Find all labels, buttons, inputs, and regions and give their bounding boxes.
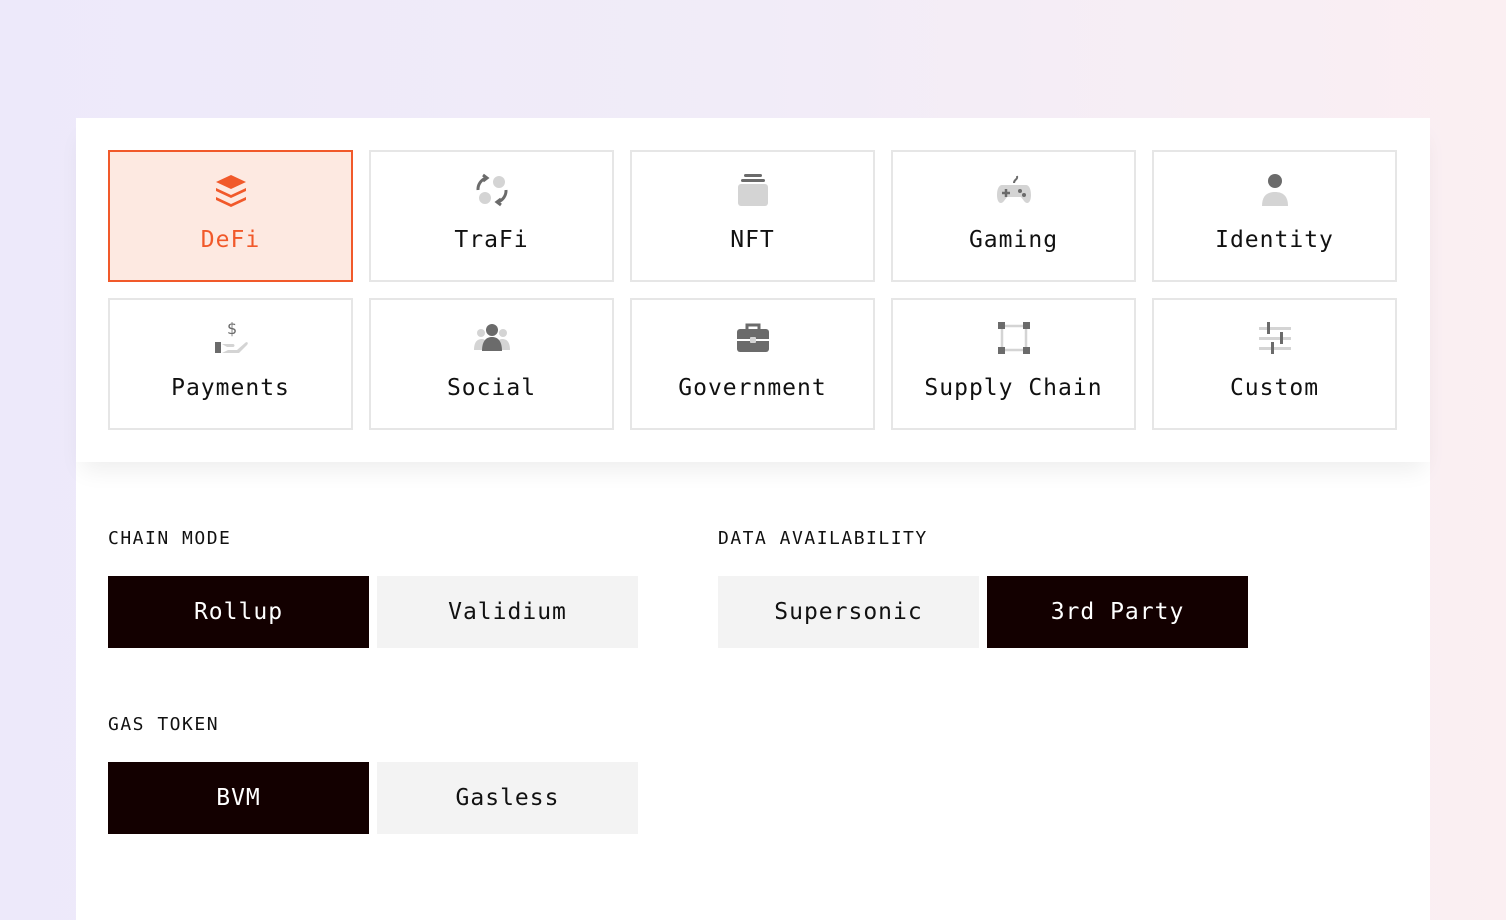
network-square-icon	[994, 318, 1034, 358]
data-availability-toggle: Supersonic 3rd Party	[718, 576, 1248, 648]
category-card-identity[interactable]: Identity	[1152, 150, 1397, 282]
category-card-payments[interactable]: $ Payments	[108, 298, 353, 430]
data-availability-title: DATA AVAILABILITY	[718, 528, 928, 549]
category-label: TraFi	[454, 227, 529, 253]
category-section: DeFi TraFi NFT Gaming Identity $ Payment…	[76, 118, 1430, 462]
category-card-nft[interactable]: NFT	[630, 150, 875, 282]
category-card-government[interactable]: Government	[630, 298, 875, 430]
category-label: Custom	[1229, 375, 1320, 401]
validium-option[interactable]: Validium	[377, 576, 638, 648]
collection-icon	[733, 170, 773, 210]
gamepad-icon	[994, 170, 1034, 210]
category-card-supply-chain[interactable]: Supply Chain	[891, 298, 1136, 430]
bvm-option[interactable]: BVM	[108, 762, 369, 834]
category-card-social[interactable]: Social	[369, 298, 614, 430]
third-party-option[interactable]: 3rd Party	[987, 576, 1248, 648]
category-label: Identity	[1215, 227, 1334, 253]
chain-mode-toggle: Rollup Validium	[108, 576, 638, 648]
category-label: DeFi	[200, 227, 261, 253]
category-grid: DeFi TraFi NFT Gaming Identity $ Payment…	[108, 150, 1397, 430]
category-label: NFT	[730, 227, 775, 253]
rollup-option[interactable]: Rollup	[108, 576, 369, 648]
supersonic-option[interactable]: Supersonic	[718, 576, 979, 648]
gas-token-title: GAS TOKEN	[108, 714, 220, 735]
category-card-custom[interactable]: Custom	[1152, 298, 1397, 430]
svg-text:$: $	[227, 320, 237, 338]
category-card-defi[interactable]: DeFi	[108, 150, 353, 282]
gasless-option[interactable]: Gasless	[377, 762, 638, 834]
chain-mode-title: CHAIN MODE	[108, 528, 232, 549]
config-panel: DeFi TraFi NFT Gaming Identity $ Payment…	[76, 118, 1430, 920]
category-card-gaming[interactable]: Gaming	[891, 150, 1136, 282]
group-icon	[472, 318, 512, 358]
category-label: Payments	[171, 375, 290, 401]
layers-icon	[211, 170, 251, 210]
hand-dollar-icon: $	[211, 318, 251, 358]
category-label: Gaming	[968, 227, 1059, 253]
category-label: Government	[678, 375, 827, 401]
sliders-icon	[1255, 318, 1295, 358]
category-card-trafi[interactable]: TraFi	[369, 150, 614, 282]
user-icon	[1255, 170, 1295, 210]
exchange-icon	[472, 170, 512, 210]
category-label: Social	[446, 375, 537, 401]
gas-token-toggle: BVM Gasless	[108, 762, 638, 834]
category-label: Supply Chain	[924, 375, 1103, 401]
briefcase-icon	[733, 318, 773, 358]
